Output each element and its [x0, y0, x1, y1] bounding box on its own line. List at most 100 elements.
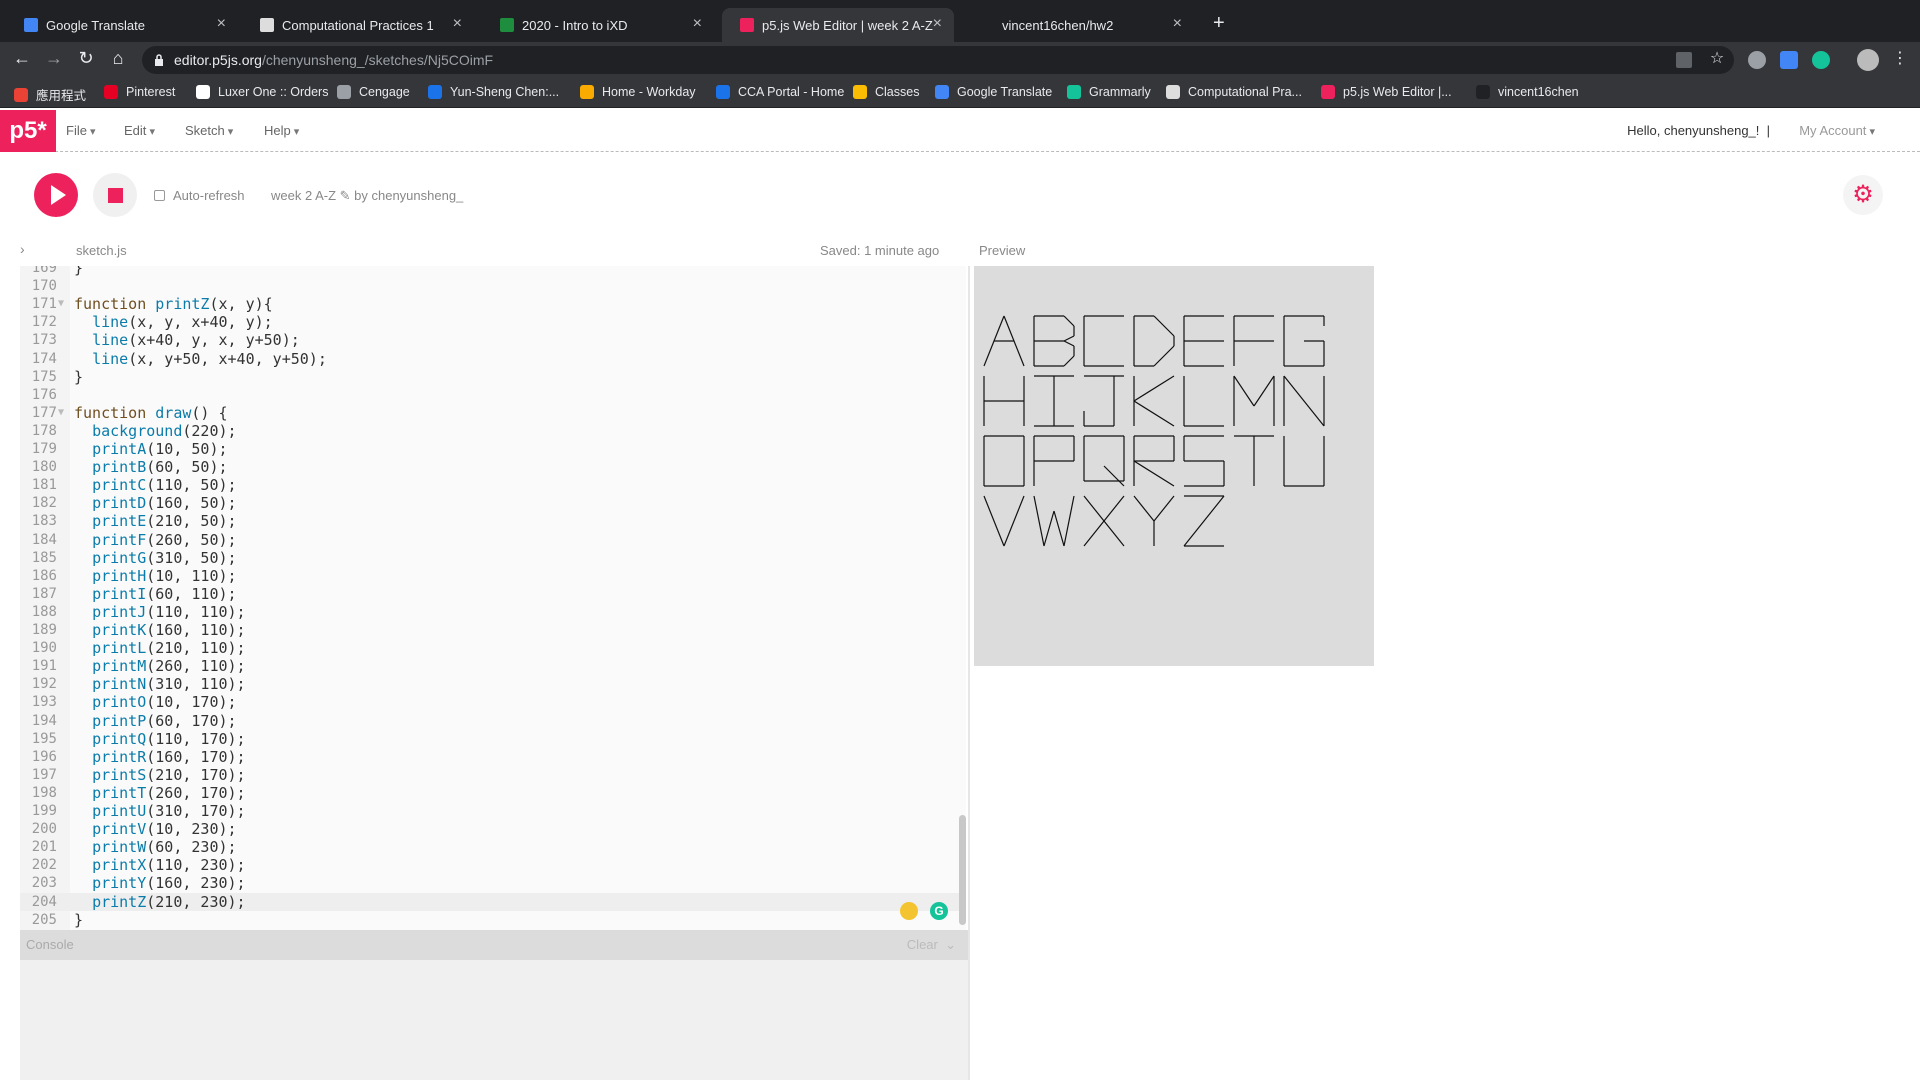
pane-divider[interactable]	[968, 266, 970, 1080]
close-tab-icon[interactable]: ×	[693, 15, 702, 33]
expand-sidebar-icon[interactable]: ›	[20, 241, 25, 257]
code-line[interactable]: 200 printV(10, 230);	[20, 820, 966, 838]
code-line[interactable]: 188 printJ(110, 110);	[20, 603, 966, 621]
code-line[interactable]: 172 line(x, y, x+40, y);	[20, 313, 966, 331]
code-line[interactable]: 183 printE(210, 50);	[20, 512, 966, 530]
code-line[interactable]: 187 printI(60, 110);	[20, 585, 966, 603]
grammarly-extension-icon[interactable]	[1812, 51, 1830, 69]
code-line[interactable]: 170	[20, 277, 966, 295]
code-line[interactable]: 191 printM(260, 110);	[20, 657, 966, 675]
fold-arrow-icon[interactable]: ▼	[58, 404, 64, 422]
code-line[interactable]: 205}	[20, 911, 966, 929]
console-clear-button[interactable]: Clear ⌄	[907, 930, 956, 960]
translate-extension-icon[interactable]	[1780, 51, 1798, 69]
code-line[interactable]: 197 printS(210, 170);	[20, 766, 966, 784]
code-editor[interactable]: 169} 170 171 ▼ function printZ(x, y){172 lin…	[20, 266, 966, 930]
gear-icon[interactable]: ⚙	[1843, 175, 1883, 215]
star-icon[interactable]: ☆	[1705, 48, 1729, 68]
code-line[interactable]: 180 printB(60, 50);	[20, 458, 966, 476]
editor-scrollbar[interactable]	[959, 815, 966, 925]
bookmark-item[interactable]: vincent16chen	[1476, 85, 1579, 99]
browser-tab[interactable]: vincent16chen/hw2 ×	[962, 8, 1194, 42]
code-line[interactable]: 194 printP(60, 170);	[20, 712, 966, 730]
code-line[interactable]: 181 printC(110, 50);	[20, 476, 966, 494]
bookmark-label: 應用程式	[36, 89, 87, 103]
fold-arrow-icon[interactable]: ▼	[58, 295, 64, 313]
bookmark-item[interactable]: Cengage	[337, 85, 410, 99]
p5-logo[interactable]: p5*	[0, 110, 56, 152]
browser-tab[interactable]: Computational Practices 1 ×	[242, 8, 474, 42]
code-line[interactable]: 190 printL(210, 110);	[20, 639, 966, 657]
bookmark-item[interactable]: 應用程式	[14, 85, 86, 104]
code-line[interactable]: 169}	[20, 266, 966, 277]
code-line[interactable]: 179 printA(10, 50);	[20, 440, 966, 458]
code-line[interactable]: 201 printW(60, 230);	[20, 838, 966, 856]
address-bar[interactable]: editor.p5js.org/chenyunsheng_/sketches/N…	[142, 46, 1734, 74]
line-number: 174	[31, 350, 57, 367]
bookmark-item[interactable]: Yun-Sheng Chen:...	[428, 85, 559, 99]
code-line[interactable]: 198 printT(260, 170);	[20, 784, 966, 802]
code-line[interactable]: 202 printX(110, 230);	[20, 856, 966, 874]
code-line[interactable]: 177 ▼ function draw() {	[20, 404, 966, 422]
bookmark-item[interactable]: Luxer One :: Orders	[196, 85, 328, 99]
stop-button[interactable]	[93, 173, 137, 217]
bookmark-item[interactable]: Computational Pra...	[1166, 85, 1302, 99]
browser-tab[interactable]: 2020 - Intro to iXD ×	[482, 8, 714, 42]
line-number: 189	[31, 622, 57, 638]
preview-canvas[interactable]	[974, 266, 1374, 666]
auto-refresh-toggle[interactable]: Auto-refresh	[154, 188, 245, 203]
sketch-name[interactable]: week 2 A-Z ✎ by chenyunsheng_	[271, 188, 463, 204]
bookmark-item[interactable]: Home - Workday	[580, 85, 696, 99]
new-tab-button[interactable]: +	[1213, 12, 1225, 35]
reload-icon[interactable]: ↻	[74, 48, 98, 69]
code-line[interactable]: 184 printF(260, 50);	[20, 531, 966, 549]
code-line[interactable]: 178 background(220);	[20, 422, 966, 440]
code-line[interactable]: 186 printH(10, 110);	[20, 567, 966, 585]
code-line[interactable]: 199 printU(310, 170);	[20, 802, 966, 820]
close-tab-icon[interactable]: ×	[217, 15, 226, 33]
code-line[interactable]: 195 printQ(110, 170);	[20, 730, 966, 748]
menu-sketch[interactable]: Sketch	[185, 123, 233, 138]
my-account-menu[interactable]: My Account	[1799, 123, 1875, 138]
code-line[interactable]: 185 printG(310, 50);	[20, 549, 966, 567]
code-line[interactable]: 196 printR(160, 170);	[20, 748, 966, 766]
bookmark-item[interactable]: Classes	[853, 85, 919, 99]
code-line[interactable]: 204 printZ(210, 230);	[20, 892, 966, 911]
home-icon[interactable]: ⌂	[106, 48, 130, 69]
bookmark-label: CCA Portal - Home	[738, 85, 845, 99]
code-line[interactable]: 182 printD(160, 50);	[20, 494, 966, 512]
close-tab-icon[interactable]: ×	[933, 15, 942, 33]
forward-icon[interactable]: →	[42, 48, 66, 69]
code-line[interactable]: 176	[20, 386, 966, 404]
code-line[interactable]: 193 printO(10, 170);	[20, 693, 966, 711]
bookmark-item[interactable]: Pinterest	[104, 85, 175, 99]
code-line[interactable]: 189 printK(160, 110);	[20, 621, 966, 639]
code-line[interactable]: 192 printN(310, 110);	[20, 675, 966, 693]
menu-edit[interactable]: Edit	[124, 123, 155, 138]
grammarly-icon[interactable]: G	[930, 902, 948, 920]
back-icon[interactable]: ←	[10, 48, 34, 69]
auto-refresh-checkbox[interactable]	[154, 190, 165, 201]
cloud-extension-icon[interactable]	[1748, 51, 1766, 69]
browser-tab[interactable]: Google Translate ×	[6, 8, 238, 42]
chrome-menu-icon[interactable]: ⋮	[1888, 48, 1912, 68]
menu-file[interactable]: File	[66, 123, 96, 138]
bookmark-label: vincent16chen	[1498, 85, 1579, 99]
translate-icon[interactable]	[1676, 52, 1692, 68]
bookmark-item[interactable]: Google Translate	[935, 85, 1052, 99]
code-line[interactable]: 203 printY(160, 230);	[20, 874, 966, 892]
play-button[interactable]	[34, 173, 78, 217]
code-line[interactable]: 171 ▼ function printZ(x, y){	[20, 295, 966, 313]
close-tab-icon[interactable]: ×	[1173, 15, 1182, 33]
bookmark-item[interactable]: Grammarly	[1067, 85, 1151, 99]
bookmark-item[interactable]: CCA Portal - Home	[716, 85, 844, 99]
code-line[interactable]: 174 line(x, y+50, x+40, y+50);	[20, 350, 966, 368]
bookmark-item[interactable]: p5.js Web Editor |...	[1321, 85, 1452, 99]
menu-help[interactable]: Help	[264, 123, 299, 138]
close-tab-icon[interactable]: ×	[453, 15, 462, 33]
emoji-extension-icon[interactable]	[900, 902, 918, 920]
code-line[interactable]: 175}	[20, 368, 966, 386]
profile-avatar[interactable]	[1857, 49, 1879, 71]
code-line[interactable]: 173 line(x+40, y, x, y+50);	[20, 331, 966, 349]
browser-tab[interactable]: p5.js Web Editor | week 2 A-Z ×	[722, 8, 954, 42]
